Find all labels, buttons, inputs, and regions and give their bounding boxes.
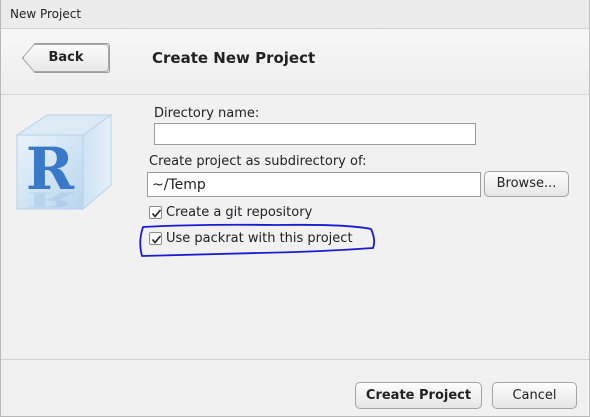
r-cube-logo-icon: R R <box>15 114 113 211</box>
browse-button[interactable]: Browse... <box>484 171 569 197</box>
highlight-annotation <box>139 223 376 257</box>
svg-text:R: R <box>26 187 75 211</box>
directory-name-field[interactable] <box>154 123 476 145</box>
directory-name-label: Directory name: <box>154 106 260 121</box>
page-title: Create New Project <box>152 49 316 67</box>
cancel-button[interactable]: Cancel <box>492 382 577 409</box>
subdirectory-label: Create project as subdirectory of: <box>149 154 367 169</box>
window-title: New Project <box>10 7 82 21</box>
back-button[interactable]: Back <box>23 44 109 72</box>
git-checkbox[interactable] <box>149 206 162 219</box>
subdirectory-field[interactable]: ~/Temp <box>147 172 481 197</box>
title-bar: New Project <box>1 0 589 29</box>
create-project-button[interactable]: Create Project <box>355 382 482 409</box>
git-label: Create a git repository <box>166 205 313 220</box>
dialog-header: Back Create New Project <box>1 29 589 95</box>
new-project-dialog: New Project Back Create New Project R R … <box>0 0 590 417</box>
checkmark-icon <box>151 209 162 218</box>
